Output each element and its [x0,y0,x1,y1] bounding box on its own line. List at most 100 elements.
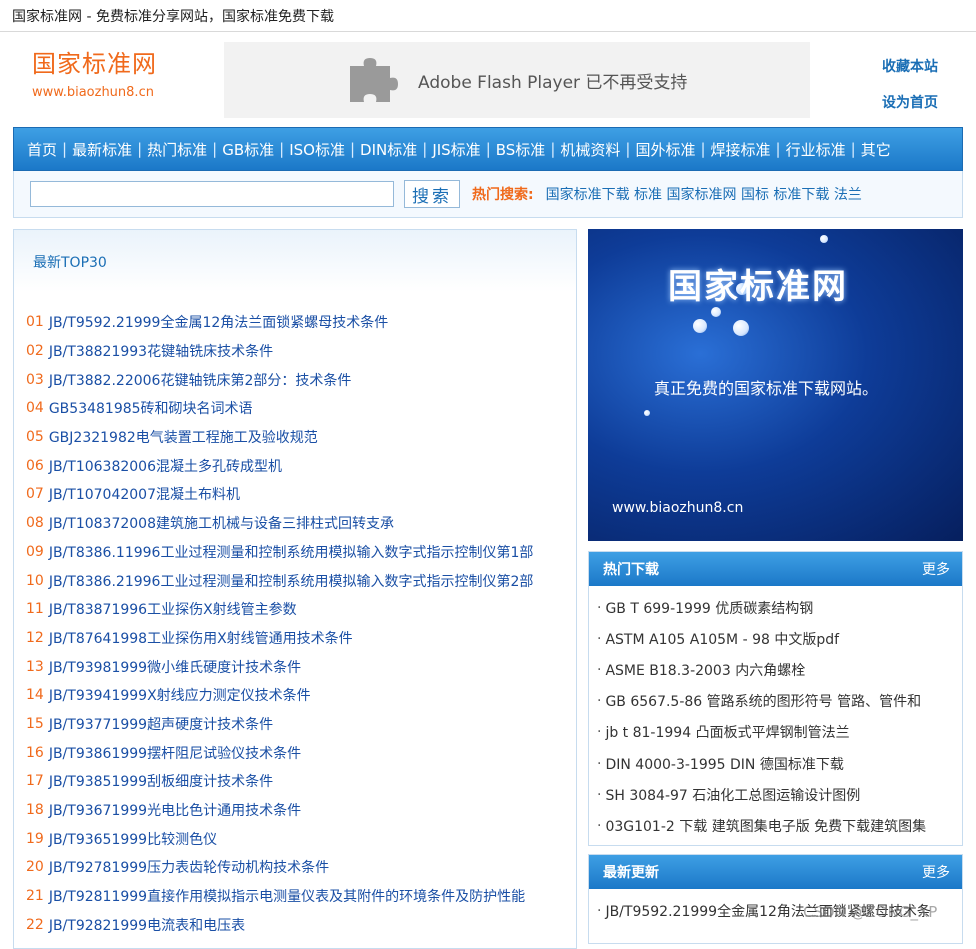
standard-link[interactable]: JB/T92821999电流表和电压表 [49,915,245,935]
list-item[interactable]: ASTM A105 A105M - 98 中文版pdf [597,623,962,654]
bookmark-link[interactable]: 收藏本站 [870,56,950,76]
standard-link[interactable]: JB/T9592.21999全金属12角法兰面锁紧螺母技术条件 [49,312,388,332]
list-item[interactable]: ASME B18.3-2003 内六角螺栓 [597,654,962,685]
nav-separator: | [625,140,631,158]
banner-url: www.biaozhun8.cn [612,500,744,516]
nav-separator: | [62,140,68,158]
standard-link[interactable]: JB/T93981999微小维氏硬度计技术条件 [49,657,301,677]
list-item[interactable]: 07 JB/T107042007混凝土布料机 [14,480,576,509]
nav-item[interactable]: 热门标准 [147,139,207,160]
rank-number: 17 [26,773,44,790]
list-item[interactable]: 21 JB/T92811999直接作用模拟指示电测量仪表及其附件的环境条件及防护性… [14,882,576,911]
nav-item[interactable]: JIS标准 [432,139,480,160]
standard-link[interactable]: GB53481985砖和砌块名词术语 [49,398,253,418]
rank-number: 08 [26,515,44,532]
list-item[interactable]: 20 JB/T92781999压力表齿轮传动机构技术条件 [14,853,576,882]
banner-subtitle: 真正免费的国家标准下载网站。 [654,379,879,398]
list-item[interactable]: 19 JB/T93651999比较测色仪 [14,824,576,853]
nav-item[interactable]: 行业标准 [786,139,846,160]
latest-updates-heading: 最新更新 [603,865,659,881]
hot-downloads-more-link[interactable]: 更多 [922,559,950,579]
rank-number: 15 [26,715,44,732]
nav-item[interactable]: 最新标准 [72,139,132,160]
list-item[interactable]: 15 JB/T93771999超声硬度计技术条件 [14,710,576,739]
nav-separator: | [349,140,356,158]
bubble-decoration [644,410,650,416]
nav-item[interactable]: ISO标准 [289,139,345,160]
set-homepage-link[interactable]: 设为首页 [870,92,950,112]
hot-downloads-heading: 热门下载 [603,562,659,578]
standard-link[interactable]: JB/T93671999光电比色计通用技术条件 [49,800,301,820]
nav-separator: | [212,140,218,158]
top30-heading: 最新TOP30 [14,230,576,292]
logo-name: 国家标准网 [32,50,157,78]
nav-item[interactable]: GB标准 [222,139,274,160]
list-item[interactable]: 08 JB/T108372008建筑施工机械与设备三排柱式回转支承 [14,509,576,538]
list-item[interactable]: 17 JB/T93851999刮板细度计技术条件 [14,767,576,796]
promo-banner[interactable]: 国家标准网 真正免费的国家标准下载网站。 www.biaozhun8.cn [588,229,963,541]
search-input[interactable] [30,181,394,207]
hot-search-links[interactable]: 国家标准下载 标准 国家标准网 国标 标准下载 法兰 [546,184,862,204]
list-item[interactable]: SH 3084-97 石油化工总图运输设计图例 [597,779,962,810]
list-item[interactable]: 04 GB53481985砖和砌块名词术语 [14,394,576,423]
standard-link[interactable]: JB/T83871996工业探伤X射线管主参数 [49,599,297,619]
nav-separator: | [700,140,706,158]
flash-placeholder: Adobe Flash Player 已不再受支持 [224,42,810,118]
logo-url: www.biaozhun8.cn [32,85,154,100]
watermark: CSDN @ZONG_XP [803,903,938,921]
standard-link[interactable]: JB/T87641998工业探伤用X射线管通用技术条件 [49,628,353,648]
list-item[interactable]: 11 JB/T83871996工业探伤X射线管主参数 [14,595,576,624]
bubble-decoration [820,235,828,243]
standard-link[interactable]: JB/T92781999压力表齿轮传动机构技术条件 [49,857,329,877]
list-item[interactable]: 03G101-2 下载 建筑图集电子版 免费下载建筑图集 [597,810,962,841]
search-button[interactable]: 搜索 [404,180,460,208]
standard-link[interactable]: JB/T93651999比较测色仪 [49,829,217,849]
list-item[interactable]: 13 JB/T93981999微小维氏硬度计技术条件 [14,652,576,681]
nav-item[interactable]: 首页 [27,139,57,160]
rank-number: 07 [26,486,44,503]
standard-link[interactable]: JB/T93771999超声硬度计技术条件 [49,714,273,734]
standard-link[interactable]: JB/T8386.21996工业过程测量和控制系统用模拟输入数字式指示控制仪第2… [49,571,534,591]
latest-updates-more-link[interactable]: 更多 [922,862,950,882]
list-item[interactable]: 16 JB/T93861999摆杆阻尼试验仪技术条件 [14,738,576,767]
nav-item[interactable]: 其它 [861,139,891,160]
nav-item[interactable]: BS标准 [496,139,546,160]
standard-link[interactable]: JB/T38821993花键轴铣床技术条件 [49,341,273,361]
rank-number: 02 [26,343,44,360]
list-item[interactable]: 12 JB/T87641998工业探伤用X射线管通用技术条件 [14,624,576,653]
top30-list: 01 JB/T9592.21999全金属12角法兰面锁紧螺母技术条件 02 JB/T3… [14,308,576,939]
list-item[interactable]: 18 JB/T93671999光电比色计通用技术条件 [14,796,576,825]
standard-link[interactable]: JB/T106382006混凝土多孔砖成型机 [49,456,282,476]
standard-link[interactable]: JB/T8386.11996工业过程测量和控制系统用模拟输入数字式指示控制仪第1… [49,542,534,562]
rank-number: 16 [26,744,44,761]
list-item[interactable]: 09 JB/T8386.11996工业过程测量和控制系统用模拟输入数字式指示控制仪… [14,538,576,567]
list-item[interactable]: jb t 81-1994 凸面板式平焊钢制管法兰 [597,717,962,748]
standard-link[interactable]: GBJ2321982电气装置工程施工及验收规范 [49,427,318,447]
list-item[interactable]: 05 GBJ2321982电气装置工程施工及验收规范 [14,423,576,452]
list-item[interactable]: GB 6567.5-86 管路系统的图形符号 管路、管件和 [597,686,962,717]
list-item[interactable]: 06 JB/T106382006混凝土多孔砖成型机 [14,451,576,480]
nav-item[interactable]: DIN标准 [360,139,417,160]
rank-number: 10 [26,572,44,589]
standard-link[interactable]: JB/T108372008建筑施工机械与设备三排柱式回转支承 [49,513,394,533]
list-item[interactable]: 01 JB/T9592.21999全金属12角法兰面锁紧螺母技术条件 [14,308,576,337]
standard-link[interactable]: JB/T93941999X射线应力测定仪技术条件 [49,685,311,705]
standard-link[interactable]: JB/T92811999直接作用模拟指示电测量仪表及其附件的环境条件及防护性能 [49,886,525,906]
rank-number: 20 [26,859,44,876]
nav-item[interactable]: 机械资料 [560,139,620,160]
nav-item[interactable]: 国外标准 [635,139,695,160]
list-item[interactable]: 02 JB/T38821993花键轴铣床技术条件 [14,337,576,366]
list-item[interactable]: 10 JB/T8386.21996工业过程测量和控制系统用模拟输入数字式指示控制仪… [14,566,576,595]
standard-link[interactable]: JB/T3882.22006花键轴铣床第2部分：技术条件 [49,370,352,390]
standard-link[interactable]: JB/T93851999刮板细度计技术条件 [49,771,273,791]
list-item[interactable]: 03 JB/T3882.22006花键轴铣床第2部分：技术条件 [14,365,576,394]
list-item[interactable]: 14 JB/T93941999X射线应力测定仪技术条件 [14,681,576,710]
rank-number: 05 [26,429,44,446]
standard-link[interactable]: JB/T107042007混凝土布料机 [49,484,240,504]
list-item[interactable]: DIN 4000-3-1995 DIN 德国标准下载 [597,748,962,779]
nav-item[interactable]: 焊接标准 [711,139,771,160]
list-item[interactable]: GB T 699-1999 优质碳素结构钢 [597,592,962,623]
rank-number: 12 [26,629,44,646]
site-logo[interactable]: 国家标准网 www.biaozhun8.cn [32,44,157,100]
standard-link[interactable]: JB/T93861999摆杆阻尼试验仪技术条件 [49,743,301,763]
